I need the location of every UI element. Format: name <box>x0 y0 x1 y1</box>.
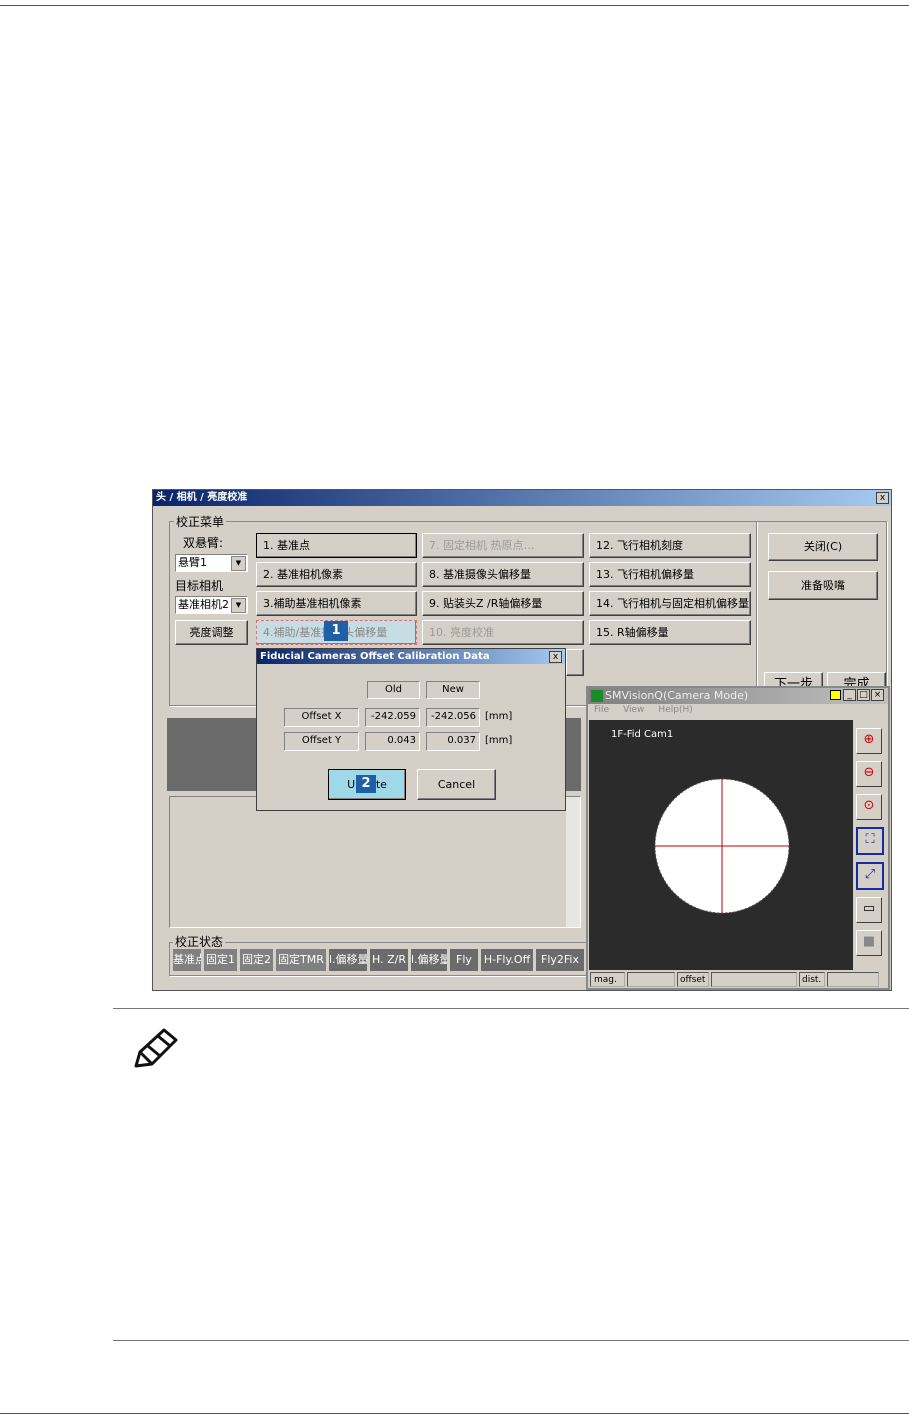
brightness-adjust-button[interactable]: 亮度调整 <box>175 620 248 645</box>
offset-dialog: Fiducial Cameras Offset Calibration Data… <box>256 648 566 811</box>
offset-y-old: 0.043 <box>365 732 420 751</box>
status-cell: 基准点 <box>173 949 201 971</box>
status-cell: H. Z/R <box>370 949 408 971</box>
calib-button-14[interactable]: 14. 飞行相机与固定相机偏移量 <box>589 591 751 616</box>
menu-file[interactable]: File <box>594 705 609 715</box>
status-cell: 固定TMR <box>276 949 326 971</box>
col-old-header: Old <box>367 681 420 699</box>
camera-menu-bar: File View Help(H) <box>594 705 693 715</box>
status-offset: offset <box>677 972 709 987</box>
dialog-title: 头 / 相机 / 亮度校准 <box>153 490 891 506</box>
minimize-icon[interactable]: _ <box>843 689 856 701</box>
callout-2: 2 <box>356 775 376 793</box>
status-cell: 固定1 <box>204 949 237 971</box>
dual-arm-label: 双悬臂: <box>183 536 224 550</box>
calib-button-7[interactable]: 7. 固定相机 热原点… <box>422 533 584 558</box>
status-field <box>627 972 675 987</box>
fit-icon[interactable]: ⛶ <box>856 827 884 855</box>
status-cell: H-Fly.Off <box>481 949 533 971</box>
scrollbar[interactable] <box>566 797 580 927</box>
status-cell: Fly2Fix <box>536 949 584 971</box>
status-field <box>711 972 797 987</box>
status-mag: mag. <box>590 972 625 987</box>
camera-status-bar: mag. offset dist. <box>590 972 886 987</box>
calib-button-12[interactable]: 12. 飞行相机刻度 <box>589 533 751 558</box>
calib-button-13[interactable]: 13. 飞行相机偏移量 <box>589 562 751 587</box>
target-camera-value: 基准相机2 <box>178 598 229 611</box>
close-button[interactable]: 关闭(C) <box>768 533 878 561</box>
close-icon[interactable]: × <box>871 689 884 701</box>
fiducial-image <box>654 778 790 914</box>
status-cells: 基准点 固定1 固定2 固定TMR l.偏移量 H. Z/R l.偏移量 Fly… <box>173 949 584 971</box>
camera-toolbar: ⊕ ⊖ ⊙ ⛶ ⤢ ▭ ■ <box>856 728 884 956</box>
status-cell: l.偏移量 <box>411 949 447 971</box>
offset-dialog-title: Fiducial Cameras Offset Calibration Data <box>257 649 565 664</box>
dual-arm-value: 悬臂1 <box>178 556 207 569</box>
offset-x-new: -242.056 <box>426 708 480 727</box>
offset-y-new: 0.037 <box>426 732 480 751</box>
close-icon[interactable]: x <box>876 492 889 504</box>
menu-help[interactable]: Help(H) <box>658 705 692 715</box>
cancel-button[interactable]: Cancel <box>417 769 496 800</box>
expand-icon[interactable]: ⤢ <box>856 862 884 890</box>
menu-group-label: 校正菜单 <box>174 513 227 530</box>
window-icon[interactable]: ▭ <box>856 897 882 923</box>
note-bottom-rule <box>113 1340 909 1341</box>
callout-1: 1 <box>324 621 348 641</box>
calib-button-10[interactable]: 10. 亮度校准 <box>422 620 584 645</box>
col-new-header: New <box>426 681 480 699</box>
menu-view[interactable]: View <box>623 705 644 715</box>
footer-rule <box>0 1413 909 1414</box>
offset-y-unit: [mm] <box>485 735 513 746</box>
camera-title: SMVisionQ(Camera Mode) <box>605 689 749 702</box>
calib-button-8[interactable]: 8. 基准摄像头偏移量 <box>422 562 584 587</box>
header-rule <box>0 5 909 6</box>
target-camera-label: 目标相机 <box>175 579 224 593</box>
note-top-rule <box>113 1008 909 1009</box>
calib-button-9[interactable]: 9. 贴装头Z /R轴偏移量 <box>422 591 584 616</box>
chevron-down-icon: ▼ <box>231 598 246 613</box>
calib-button-1[interactable]: 1. 基准点 <box>256 533 417 558</box>
status-cell: l.偏移量 <box>329 949 367 971</box>
stop-icon[interactable]: ■ <box>856 930 882 956</box>
offset-x-old: -242.059 <box>365 708 420 727</box>
camera-window: SMVisionQ(Camera Mode) _ □ × File View H… <box>586 686 890 990</box>
prepare-nozzle-button[interactable]: 准备吸嘴 <box>768 571 878 600</box>
log-area[interactable] <box>169 796 581 928</box>
chevron-down-icon: ▼ <box>231 556 246 571</box>
zoom-out-icon[interactable]: ⊖ <box>856 761 882 787</box>
calib-button-2[interactable]: 2. 基准相机像素 <box>256 562 417 587</box>
close-icon[interactable]: x <box>549 651 562 663</box>
offset-x-unit: [mm] <box>485 711 513 722</box>
target-camera-select[interactable]: 基准相机2 ▼ <box>175 596 248 614</box>
status-group-label: 校正状态 <box>173 933 226 950</box>
offset-y-label: Offset Y <box>284 732 359 751</box>
status-field <box>827 972 879 987</box>
camera-view[interactable]: 1F-Fid Cam1 <box>589 720 853 970</box>
maximize-icon[interactable]: □ <box>857 689 870 701</box>
dual-arm-select[interactable]: 悬臂1 ▼ <box>175 554 248 572</box>
zoom-in-icon[interactable]: ⊕ <box>856 728 882 754</box>
calib-button-3[interactable]: 3.補助基准相机像素 <box>256 591 417 616</box>
offset-x-label: Offset X <box>284 708 359 727</box>
app-icon <box>591 690 603 702</box>
hidden-button[interactable] <box>566 649 584 676</box>
pencil-note-icon <box>134 1028 178 1068</box>
calib-button-15[interactable]: 15. R轴偏移量 <box>589 620 751 645</box>
pin-icon[interactable] <box>830 690 841 700</box>
status-cell: Fly <box>450 949 478 971</box>
status-cell: 固定2 <box>240 949 273 971</box>
status-dist: dist. <box>799 972 825 987</box>
document-page: 头 / 相机 / 亮度校准 x 校正菜单 双悬臂: 悬臂1 ▼ 目标相机 基准相机… <box>0 0 909 1424</box>
zoom-1x-icon[interactable]: ⊙ <box>856 794 882 820</box>
